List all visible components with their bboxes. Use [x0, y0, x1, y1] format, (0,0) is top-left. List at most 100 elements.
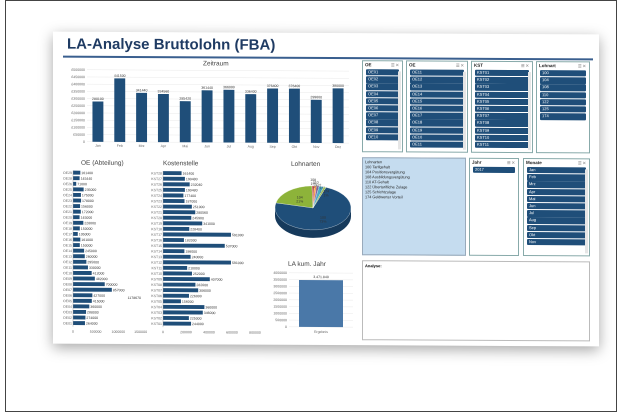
- clear-filter-icon[interactable]: ☰ ✕: [507, 160, 515, 165]
- y-tick-label: KST02: [151, 316, 162, 320]
- slicer-item[interactable]: 122: [540, 98, 586, 106]
- slicer-item[interactable]: 2017: [473, 166, 515, 174]
- bar: [163, 260, 231, 265]
- clear-filter-icon[interactable]: ☰ ✕: [521, 63, 529, 68]
- slicer-item[interactable]: OE08: [366, 119, 399, 127]
- clear-filter-icon[interactable]: ☰ ✕: [391, 62, 399, 67]
- slicer-scrollbar[interactable]: [463, 71, 466, 150]
- slicer-item[interactable]: KST10: [475, 134, 529, 142]
- slicer-item[interactable]: Jan: [527, 167, 586, 174]
- analyse-box[interactable]: Analyse:: [362, 260, 590, 342]
- slicer-item[interactable]: OE14: [410, 91, 464, 98]
- slicer-item[interactable]: OE13: [410, 83, 464, 91]
- y-tick-label: KST23: [151, 199, 162, 203]
- slicer-item[interactable]: Mai: [527, 195, 586, 203]
- slicer-item[interactable]: 104: [540, 77, 586, 84]
- slicer-item[interactable]: Aug: [527, 217, 586, 225]
- slicer-item[interactable]: 100: [540, 70, 586, 77]
- slicer-item[interactable]: Feb: [527, 174, 586, 181]
- slicer-scrollbar[interactable]: [398, 71, 401, 150]
- slicer-item[interactable]: Nov: [527, 238, 586, 246]
- bar-data-label: 150000: [81, 244, 93, 248]
- bar: [73, 293, 93, 298]
- slicer-item[interactable]: KST11: [475, 141, 529, 149]
- x-tick-label: 400000: [203, 330, 215, 334]
- slicer-item[interactable]: OE11: [410, 69, 464, 77]
- y-tick-label: KST07: [151, 288, 162, 292]
- slicer-item[interactable]: 174: [540, 113, 586, 120]
- slicer-item[interactable]: OE15: [410, 98, 464, 105]
- slicer-item[interactable]: KST01: [475, 69, 529, 77]
- slicer-item[interactable]: KST08: [475, 120, 529, 127]
- y-tick-label: OE24: [63, 193, 72, 197]
- slicer-item[interactable]: 125: [540, 106, 586, 113]
- slicer-area: OE ☰ ✕ OE01 OE02 OE03 OE04 OE05 OE06 OE07 OE08 OE0…: [53, 32, 599, 257]
- slicer-item[interactable]: OE02: [366, 76, 399, 83]
- slicer-item[interactable]: OE07: [366, 112, 399, 119]
- bar-data-label: 274000: [86, 316, 98, 320]
- y-tick-label: KST13: [151, 255, 162, 259]
- slicer-item[interactable]: OE10: [410, 134, 464, 141]
- y-tick-label: KST18: [151, 227, 162, 231]
- slicer-item[interactable]: OE04: [366, 90, 399, 98]
- slicer-item[interactable]: OE12: [410, 76, 464, 84]
- slicer-kst[interactable]: KST ☰ ✕ KST01 KST02 KST03 KST04 KST05 KST06 KST0…: [471, 60, 533, 154]
- bar-data-label: 482000: [96, 277, 108, 281]
- slicer-item[interactable]: OE18: [410, 119, 464, 127]
- clear-filter-icon[interactable]: ☰ ✕: [578, 63, 586, 68]
- slicer-item[interactable]: OE01: [366, 69, 399, 76]
- slicer-header: Lohnart ☰ ✕: [537, 62, 589, 70]
- bar: [163, 277, 210, 282]
- slicer-item[interactable]: Jun: [527, 202, 586, 210]
- slicer-oe[interactable]: OE ☰ ✕ OE11 OE12 OE13 OE14 OE15 OE16 OE17 OE18 OE1…: [406, 60, 468, 153]
- slicer-jahr[interactable]: Jahr ☰ ✕ 2017: [469, 157, 519, 257]
- slicer-item[interactable]: OE03: [366, 83, 399, 91]
- slicer-item[interactable]: KST09: [475, 127, 529, 134]
- slicer-item[interactable]: OE10: [366, 133, 399, 141]
- kum-chart: 0 500000 1000000 1500000 2000000 2500000 30000…: [273, 271, 353, 334]
- slicer-item[interactable]: Apr: [527, 188, 586, 196]
- y-tick-label: OE16: [63, 238, 72, 242]
- y-tick-label: KST12: [151, 261, 162, 265]
- slicer-item[interactable]: KST03: [475, 84, 529, 91]
- slicer-item[interactable]: Sep: [527, 224, 586, 232]
- slicer-item[interactable]: OE16: [410, 105, 464, 113]
- slicer-item[interactable]: OE11: [410, 141, 464, 148]
- bar-data-label: 282000: [196, 283, 208, 287]
- slicer-scrollbar[interactable]: [528, 72, 531, 151]
- bar-data-label: 366000: [223, 85, 235, 89]
- slicer-item[interactable]: Okt: [527, 231, 586, 239]
- slicer-item[interactable]: OE09: [366, 126, 399, 134]
- slicer-header: OE ☰ ✕: [407, 61, 467, 69]
- clear-filter-icon[interactable]: ☰ ✕: [456, 63, 464, 68]
- slicer-item[interactable]: Jul: [527, 210, 586, 217]
- bar-data-label: 172000: [82, 210, 94, 214]
- slicer-item[interactable]: 108: [540, 84, 586, 92]
- y-tick-label: KST21: [151, 210, 162, 214]
- bar: [163, 226, 190, 231]
- y-tick-label: OE20: [63, 216, 72, 220]
- slicer-item[interactable]: OE06: [366, 105, 399, 112]
- slicer-item[interactable]: OE17: [410, 112, 464, 120]
- slicer-item[interactable]: OE05: [366, 97, 399, 105]
- slicer-item[interactable]: KST04: [475, 91, 529, 99]
- slicer-item[interactable]: KST06: [475, 105, 529, 113]
- bar: [73, 315, 86, 320]
- slicer-item[interactable]: KST05: [475, 98, 529, 106]
- slicer-lohnart[interactable]: Lohnart ☰ ✕ 100 104 108 110 122 125 174: [536, 61, 590, 154]
- slicer-item[interactable]: OE19: [410, 126, 464, 134]
- slicer-item[interactable]: KST07: [475, 112, 529, 120]
- y-tick-label: £500000: [71, 68, 85, 72]
- bar-data-label: 360000: [205, 305, 217, 309]
- clear-filter-icon[interactable]: ☰ ✕: [578, 160, 586, 165]
- slicer-monate[interactable]: Monate ☰ ✕ Jan Feb Mrz Apr Mai Jun Jul Aug Sep Okt N…: [523, 158, 590, 257]
- slicer-scrollbar[interactable]: [585, 169, 588, 254]
- slicer-oe[interactable]: OE ☰ ✕ OE01 OE02 OE03 OE04 OE05 OE06 OE07 OE08 OE0…: [362, 60, 403, 153]
- y-tick-label: £200000: [71, 111, 85, 115]
- bar-data-label: 228400: [190, 227, 202, 231]
- slicer-item[interactable]: KST02: [475, 76, 529, 84]
- slicer-item[interactable]: 110: [540, 91, 586, 99]
- x-tick-label: 1500000: [134, 330, 147, 334]
- slicer-item[interactable]: Mrz: [527, 181, 586, 189]
- bar: [163, 187, 185, 192]
